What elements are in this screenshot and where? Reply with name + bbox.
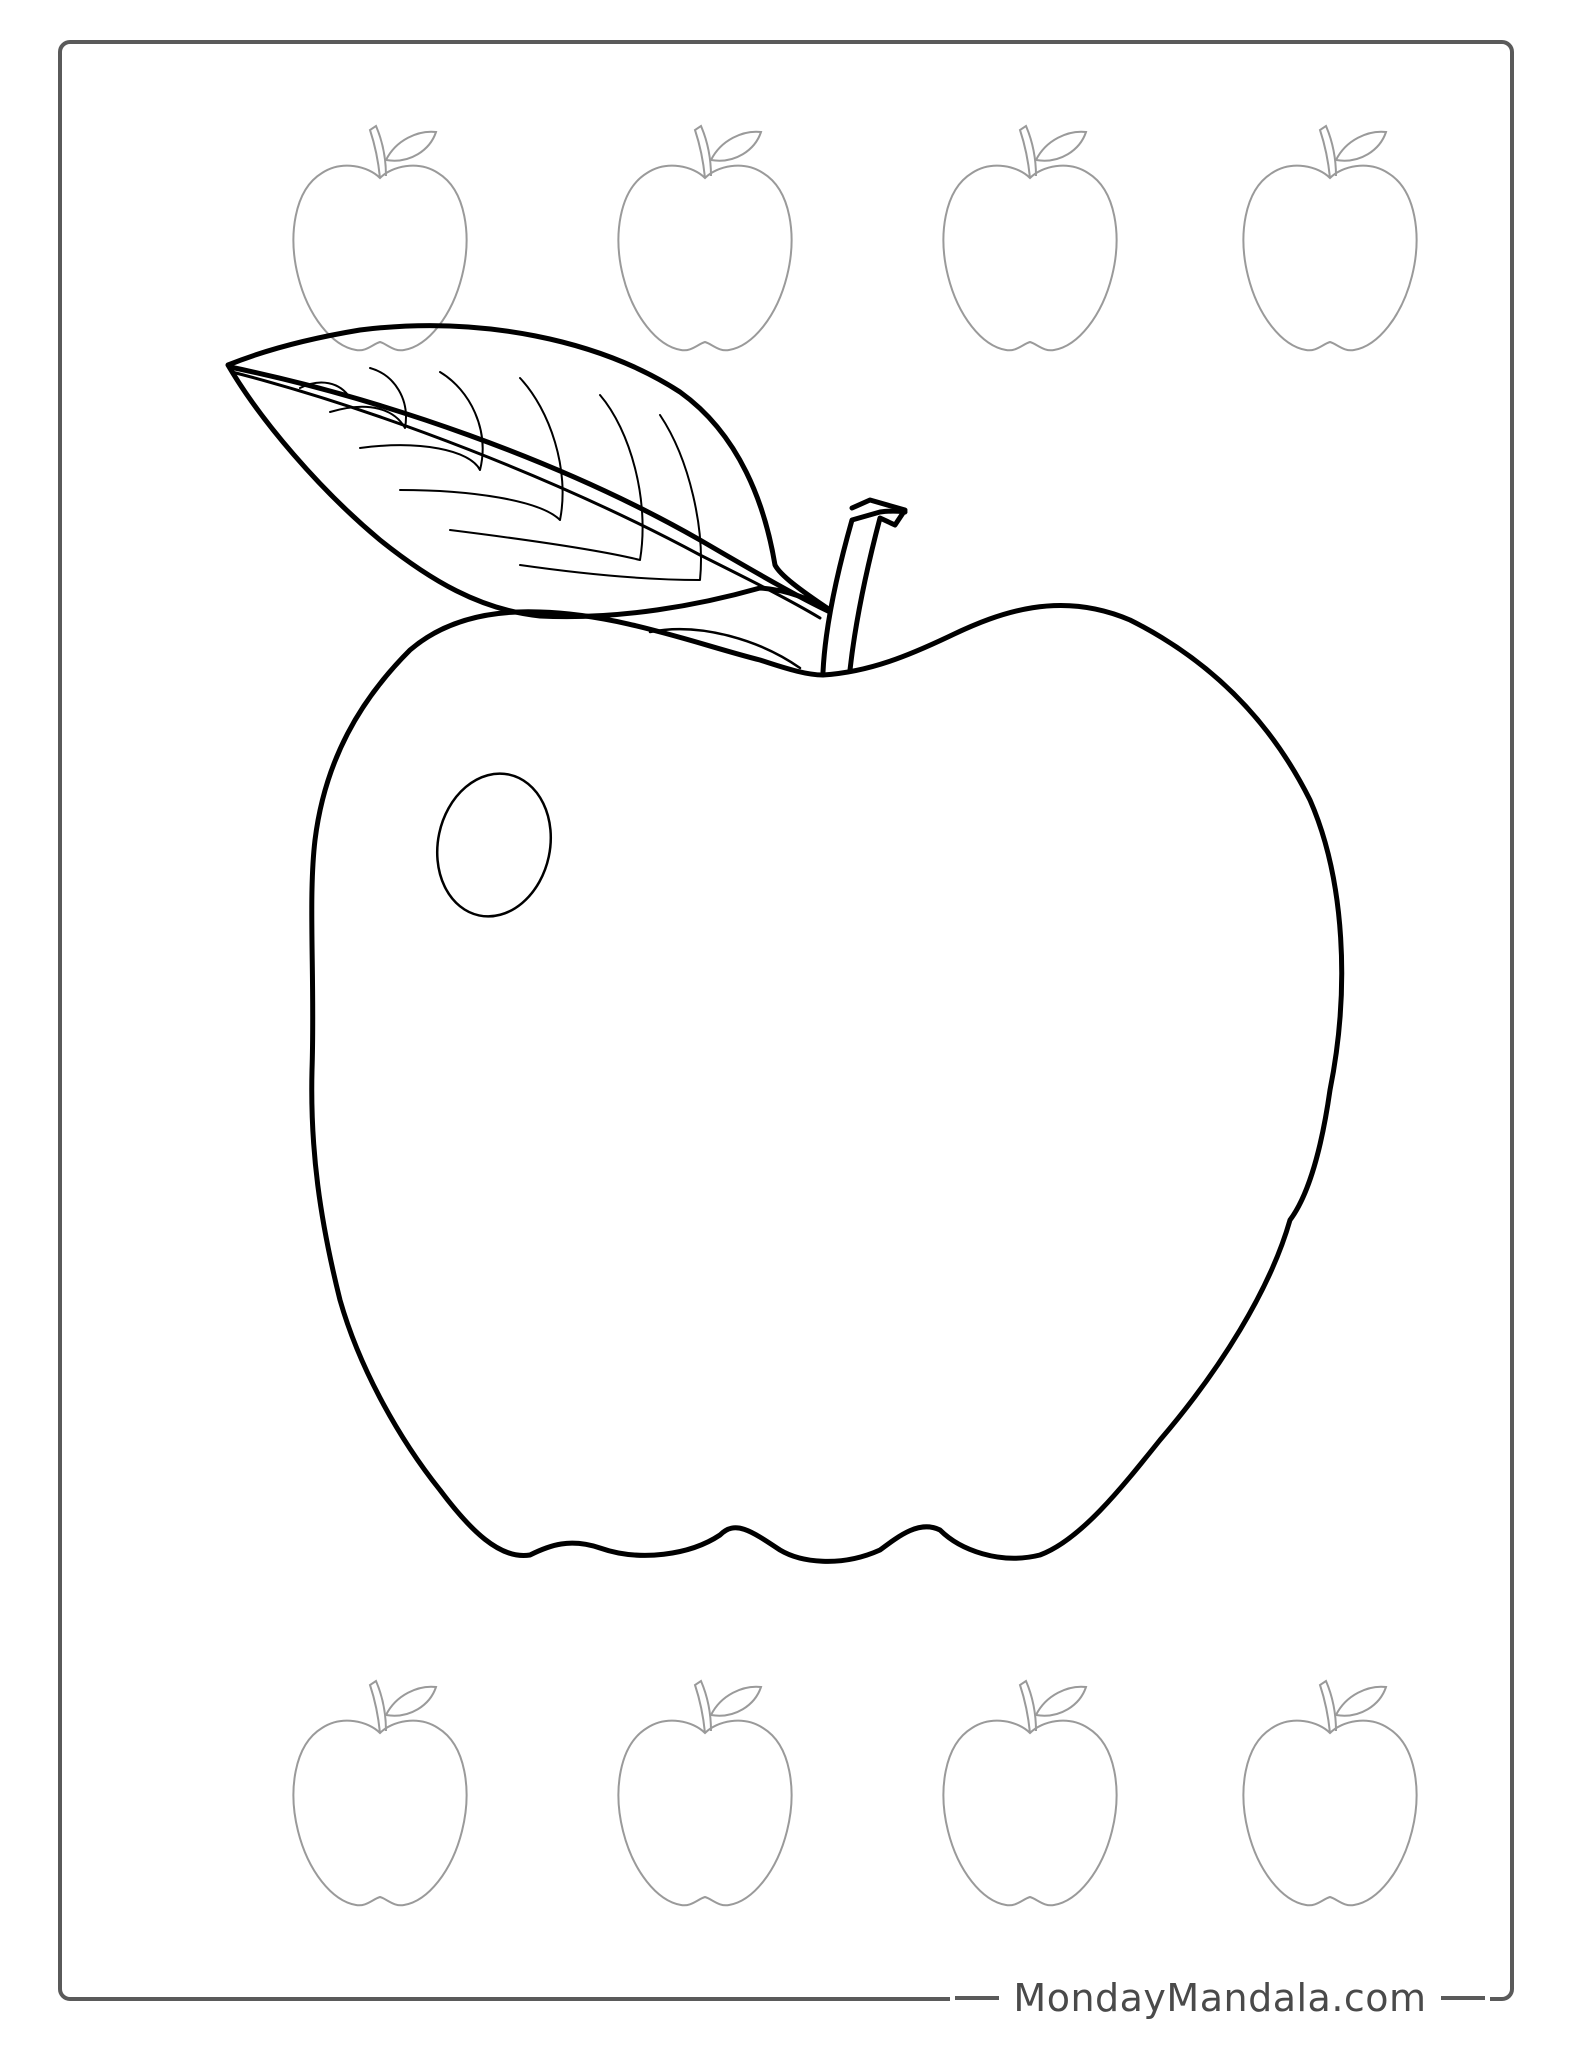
- small-apple-icon: [1242, 1680, 1418, 1907]
- small-apple-icon: [1242, 125, 1418, 352]
- large-apple-icon: [225, 323, 1345, 1564]
- coloring-page-artwork: [225, 125, 1418, 1907]
- small-apple-icon: [292, 1680, 468, 1907]
- small-apple-icon: [292, 125, 468, 352]
- small-apple-icon: [617, 125, 793, 352]
- site-brand-footer: MondayMandala.com: [950, 1970, 1490, 2026]
- small-apple-icon: [942, 125, 1118, 352]
- small-apple-icon: [942, 1680, 1118, 1907]
- footer-divider-left: [955, 1996, 1000, 2000]
- footer-divider-right: [1440, 1996, 1485, 2000]
- small-apple-icon: [617, 1680, 793, 1907]
- brand-name: MondayMandala.com: [1013, 1976, 1427, 2020]
